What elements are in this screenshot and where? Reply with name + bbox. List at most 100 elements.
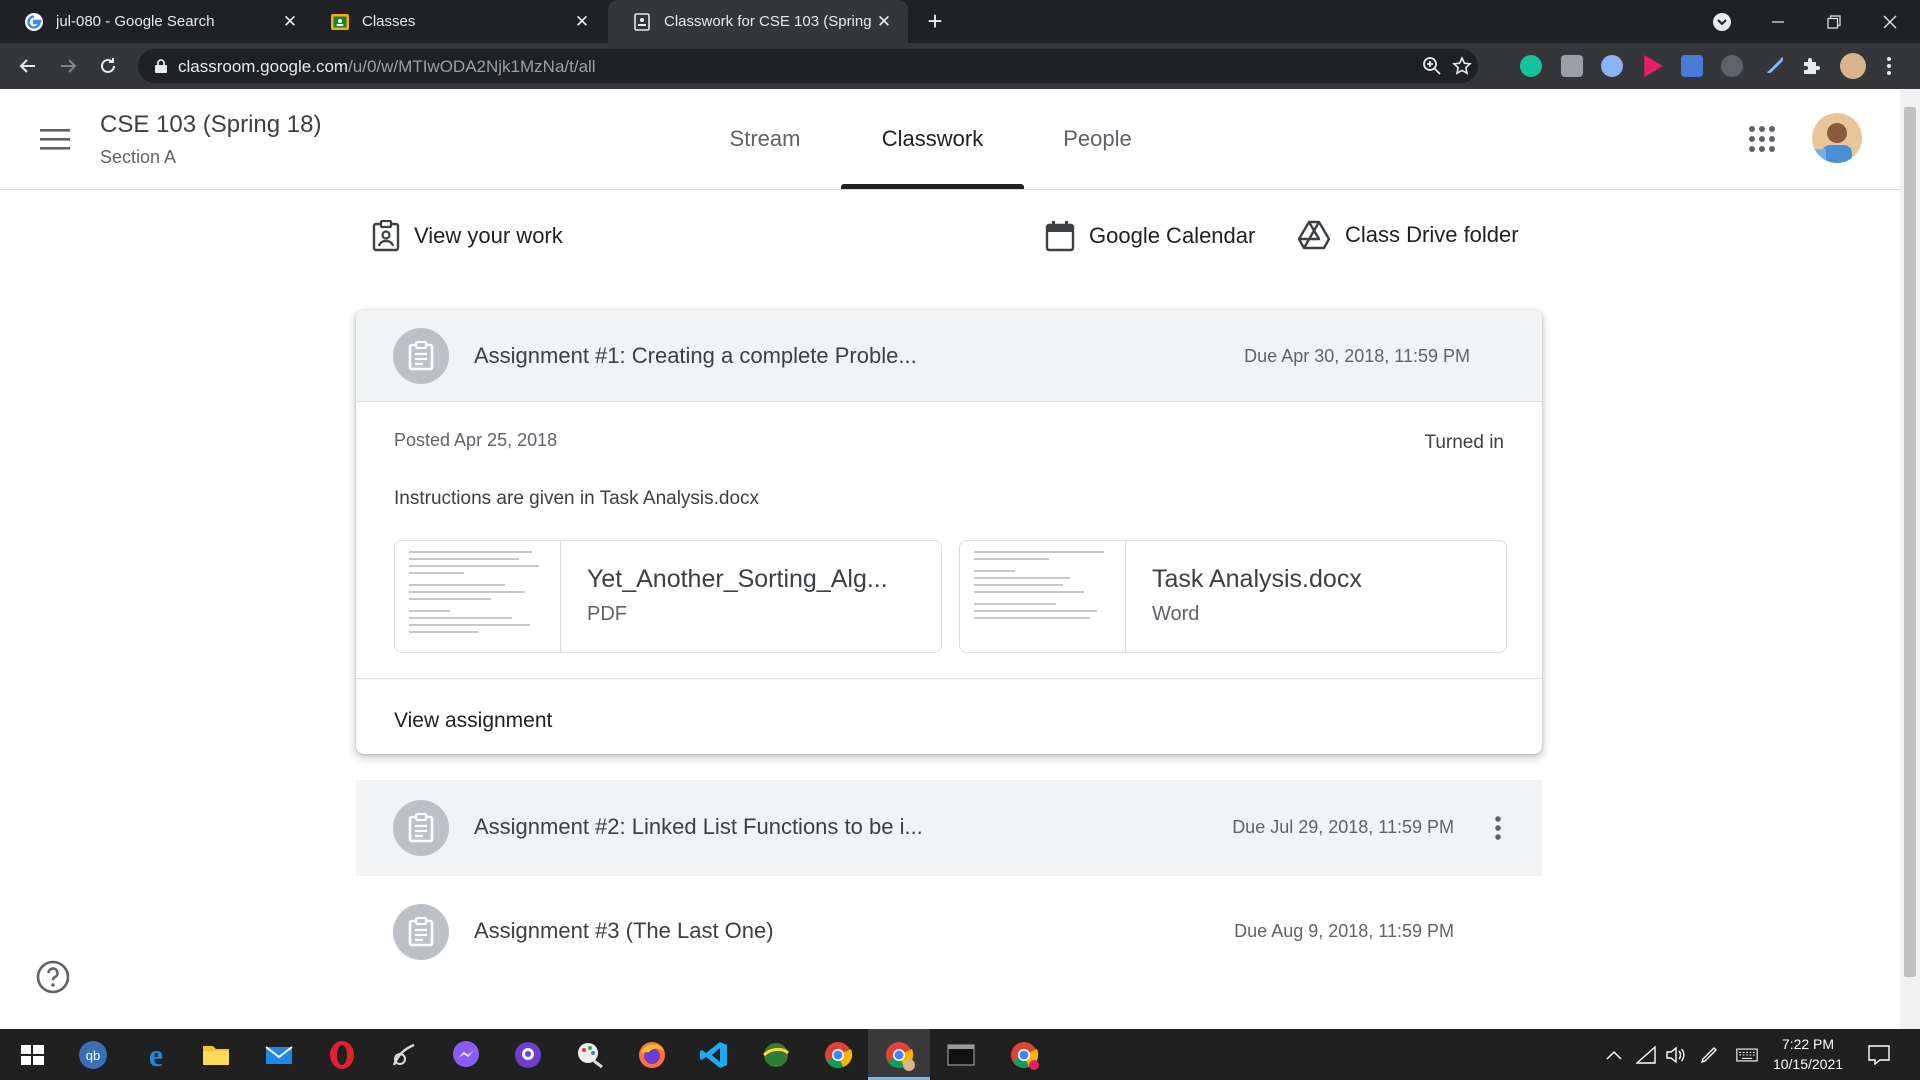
google-apps-icon[interactable] — [1748, 125, 1776, 153]
attachment-word[interactable]: Task Analysis.docx Word — [959, 540, 1507, 653]
keyboard-icon[interactable] — [1736, 1044, 1758, 1066]
satellite-app-icon[interactable] — [388, 1039, 420, 1071]
class-drive-folder-label: Class Drive folder — [1345, 222, 1519, 247]
chrome-profile-icon[interactable] — [1008, 1039, 1040, 1071]
assignment-title[interactable]: Assignment #2: Linked List Functions to … — [474, 814, 923, 840]
edge-icon[interactable]: e — [140, 1039, 172, 1071]
tab-search-icon — [1713, 12, 1731, 31]
mail-icon[interactable] — [263, 1039, 295, 1071]
notifications-icon[interactable] — [1868, 1044, 1890, 1066]
assignment-icon — [393, 904, 449, 960]
minimize-button[interactable] — [1750, 0, 1806, 43]
attachment-thumbnail — [395, 541, 561, 652]
vscode-icon[interactable] — [698, 1039, 730, 1071]
status-badge: Turned in — [1424, 432, 1504, 453]
chevron-up-icon[interactable] — [1603, 1044, 1625, 1066]
chrome-icon[interactable] — [822, 1039, 854, 1071]
reload-button[interactable] — [94, 52, 122, 80]
assignment-row[interactable]: Assignment #2: Linked List Functions to … — [356, 780, 1542, 876]
clock-date: 10/15/2021 — [1772, 1056, 1844, 1072]
assignment-row[interactable]: Assignment #3 (The Last One) Due Aug 9, … — [356, 884, 1542, 980]
system-clock[interactable]: 7:22 PM 10/15/2021 — [1758, 1034, 1858, 1074]
close-icon[interactable]: ✕ — [280, 12, 300, 32]
attachment-name: Yet_Another_Sorting_Alg... — [587, 565, 888, 593]
assignment-ind-icon — [372, 220, 400, 252]
new-tab-button[interactable]: + — [922, 8, 948, 35]
svg-text:e: e — [149, 1039, 163, 1071]
more-vertical-icon[interactable] — [1882, 55, 1896, 77]
view-assignment-link[interactable]: View assignment — [394, 709, 552, 733]
close-icon[interactable]: ✕ — [572, 12, 592, 32]
help-icon[interactable] — [36, 960, 70, 994]
svg-text:qb: qb — [86, 1048, 100, 1063]
arrow-right-icon — [61, 59, 77, 73]
more-vertical-icon[interactable] — [1486, 814, 1510, 842]
assignment-header[interactable]: Assignment #1: Creating a complete Probl… — [356, 310, 1542, 402]
view-your-work-link[interactable]: View your work — [372, 220, 563, 252]
menu-icon[interactable] — [40, 127, 70, 151]
opera-icon[interactable] — [326, 1039, 358, 1071]
attachment-name: Task Analysis.docx — [1152, 565, 1362, 593]
posted-date: Posted Apr 25, 2018 — [394, 430, 558, 450]
windows-taskbar: qb e 7:22 PM 10/15/2021 — [0, 1029, 1920, 1080]
view-your-work-label: View your work — [414, 223, 563, 248]
scrollbar-thumb[interactable] — [1904, 107, 1916, 977]
wifi-icon[interactable] — [1635, 1044, 1657, 1066]
qbittorrent-icon[interactable]: qb — [77, 1039, 109, 1071]
browser-tab-classes[interactable]: Classes ✕ — [306, 0, 606, 43]
pen-icon[interactable] — [1698, 1044, 1720, 1066]
avatar[interactable] — [1812, 113, 1862, 163]
close-icon — [1883, 15, 1897, 28]
assignment-title[interactable]: Assignment #1: Creating a complete Probl… — [474, 343, 917, 369]
tab-title: Classes — [362, 13, 416, 30]
assignment-title[interactable]: Assignment #3 (The Last One) — [474, 918, 774, 944]
puzzle-extensions-icon[interactable] — [1800, 55, 1822, 77]
restore-button[interactable] — [1806, 0, 1862, 43]
file-explorer-icon[interactable] — [200, 1039, 232, 1071]
extension-icon[interactable] — [1721, 55, 1743, 77]
zoom-icon[interactable] — [1422, 56, 1442, 76]
profile-avatar-icon[interactable] — [1840, 53, 1866, 79]
class-title[interactable]: CSE 103 (Spring 18) — [100, 111, 321, 139]
camera-extension-icon[interactable] — [1561, 55, 1583, 77]
class-drive-folder-link[interactable]: Class Drive folder — [1297, 220, 1519, 250]
attachment-pdf[interactable]: Yet_Another_Sorting_Alg... PDF — [394, 540, 942, 653]
google-calendar-label: Google Calendar — [1089, 223, 1256, 248]
close-icon[interactable]: ✕ — [874, 12, 894, 32]
download-extension-icon[interactable] — [1681, 55, 1703, 77]
assignment-icon — [393, 328, 449, 384]
messenger-icon[interactable] — [450, 1039, 482, 1071]
windows-start-icon[interactable] — [16, 1039, 48, 1071]
tab-search-button[interactable] — [1694, 0, 1750, 43]
earth-app-icon[interactable] — [760, 1039, 792, 1071]
url-host: classroom.google.com — [178, 57, 349, 76]
play-extension-icon[interactable] — [1644, 55, 1663, 77]
tab-title: Classwork for CSE 103 (Spring 18) — [664, 13, 874, 30]
forward-button[interactable] — [54, 52, 82, 80]
browser-tab-classwork[interactable]: Classwork for CSE 103 (Spring 18) ✕ — [608, 0, 908, 43]
page-scrollbar[interactable] — [1900, 89, 1920, 1029]
firefox-icon[interactable] — [636, 1039, 668, 1071]
chrome-active-window[interactable] — [868, 1029, 930, 1080]
tab-people[interactable]: People — [1040, 89, 1155, 189]
terminal-icon[interactable] — [945, 1039, 977, 1071]
tab-stream[interactable]: Stream — [700, 89, 830, 189]
google-drive-icon — [1297, 220, 1331, 250]
grammarly-extension-icon[interactable] — [1520, 55, 1542, 77]
volume-icon[interactable] — [1664, 1044, 1686, 1066]
assignment-card-expanded: Assignment #1: Creating a complete Probl… — [356, 310, 1542, 754]
google-icon — [25, 12, 43, 31]
browser-tab-google-search[interactable]: jul-080 - Google Search ✕ — [0, 0, 314, 43]
pen-extension-icon[interactable] — [1759, 49, 1785, 75]
address-bar[interactable]: classroom.google.com/u/0/w/MTIwODA2Njk1M… — [138, 49, 1478, 83]
paint-icon[interactable] — [574, 1039, 606, 1071]
bookmark-star-icon[interactable] — [1452, 56, 1472, 76]
github-desktop-icon[interactable] — [512, 1039, 544, 1071]
back-button[interactable] — [14, 52, 42, 80]
close-window-button[interactable] — [1862, 0, 1918, 43]
extension-icon[interactable] — [1601, 55, 1623, 77]
browser-tab-strip: jul-080 - Google Search ✕ Classes ✕ Clas… — [0, 0, 1920, 43]
google-calendar-link[interactable]: Google Calendar — [1045, 220, 1255, 252]
clock-time: 7:22 PM — [1781, 1036, 1835, 1052]
tab-classwork[interactable]: Classwork — [841, 89, 1024, 189]
